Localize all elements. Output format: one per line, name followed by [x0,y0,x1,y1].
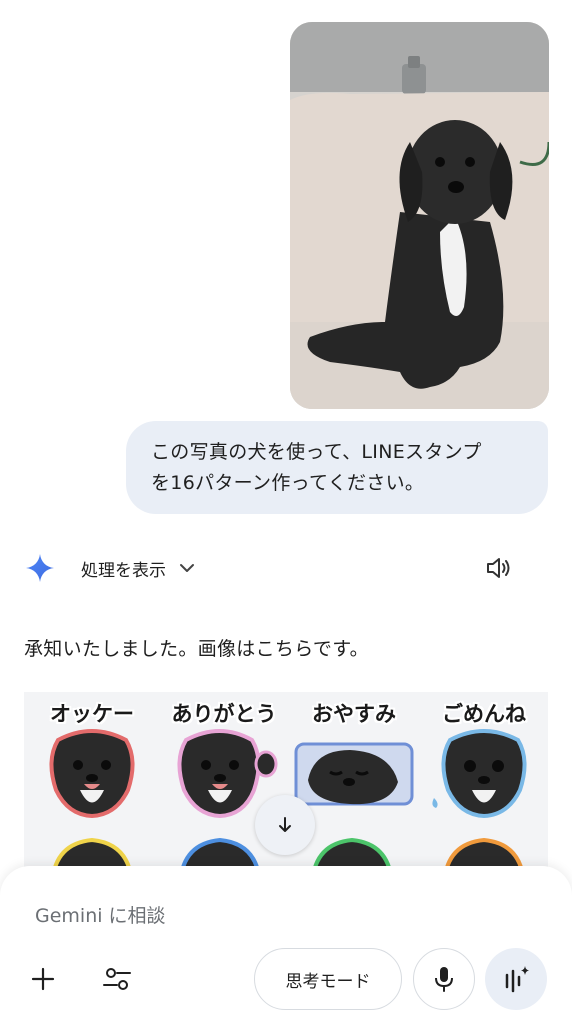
uploaded-dog-photo[interactable] [290,22,549,409]
thinking-mode-label: 思考モード [285,971,371,992]
show-process-label: 処理を表示 [81,560,166,581]
dog-sticker-icon [294,742,414,806]
microphone-icon [435,967,453,992]
user-message-bubble: この写真の犬を使って、LINEスタンプ を16パターン作ってください。 [126,421,548,514]
user-message-line-2: を16パターン作ってください。 [151,472,425,494]
add-button[interactable] [23,959,63,999]
dog-sticker-icon [49,729,135,819]
tools-button[interactable] [97,959,137,999]
dog-sticker-icon [432,729,527,819]
arrow-down-icon [279,817,291,832]
tools-icon [103,968,131,990]
sticker-okay: オッケー [28,692,156,822]
sticker-goodnight: おやすみ [290,692,418,822]
gemini-sparkle-icon [26,554,54,582]
sticker-sorry: ごめんね [420,692,548,822]
reply-text: 承知いたしました。画像はこちらです。 [24,638,369,660]
show-process-toggle[interactable]: 処理を表示 [81,556,196,581]
prompt-input[interactable]: Gemini に相談 [35,901,166,928]
chevron-down-icon [180,564,194,572]
speaker-icon[interactable] [484,553,514,583]
thinking-mode-button[interactable]: 思考モード [254,948,402,1010]
gemini-live-button[interactable] [485,948,547,1010]
user-message-line-1: この写真の犬を使って、LINEスタンプ [151,441,482,463]
composer-panel: Gemini に相談 思考モード [0,866,572,1024]
reply-header: 処理を表示 [24,548,524,588]
scroll-down-button[interactable] [255,795,315,855]
microphone-button[interactable] [413,948,475,1010]
gemini-live-icon [505,966,529,993]
plus-icon [31,967,55,991]
